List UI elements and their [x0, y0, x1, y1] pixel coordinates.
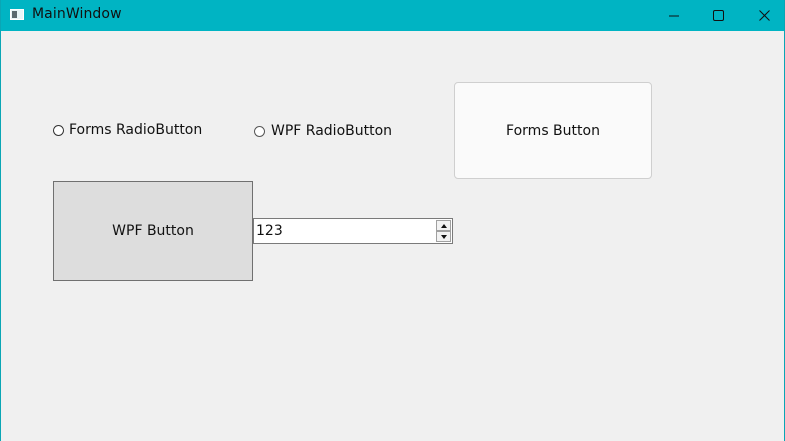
spin-down-button[interactable] [436, 231, 451, 242]
forms-radio-button[interactable]: Forms RadioButton [53, 122, 202, 138]
title-bar[interactable]: MainWindow [1, 0, 784, 31]
window-content: Forms RadioButton WPF RadioButton Forms … [1, 31, 784, 441]
wpf-button-label: WPF Button [112, 223, 194, 239]
main-window: MainWindow Forms RadioButton WPF RadioBu… [0, 0, 785, 441]
radio-circle-icon[interactable] [53, 124, 64, 136]
close-icon [758, 10, 770, 21]
spin-buttons [436, 220, 451, 242]
wpf-radio-button[interactable]: WPF RadioButton [254, 123, 392, 139]
spin-up-button[interactable] [436, 220, 451, 231]
arrow-down-icon [440, 234, 447, 239]
forms-radio-label: Forms RadioButton [69, 122, 203, 138]
forms-button[interactable]: Forms Button [454, 82, 652, 179]
wpf-button[interactable]: WPF Button [53, 181, 253, 281]
app-icon [10, 9, 24, 20]
minimize-icon [669, 15, 679, 16]
numeric-updown[interactable]: 123 [253, 218, 453, 244]
forms-button-label: Forms Button [506, 122, 600, 139]
maximize-button[interactable] [695, 0, 741, 31]
minimize-button[interactable] [651, 0, 697, 31]
numeric-value[interactable]: 123 [256, 223, 283, 239]
radio-circle-icon[interactable] [254, 125, 265, 137]
wpf-radio-label: WPF RadioButton [271, 123, 393, 139]
maximize-icon [712, 10, 724, 21]
window-title: MainWindow [32, 6, 122, 22]
close-button[interactable] [741, 0, 785, 31]
arrow-up-icon [440, 223, 447, 228]
